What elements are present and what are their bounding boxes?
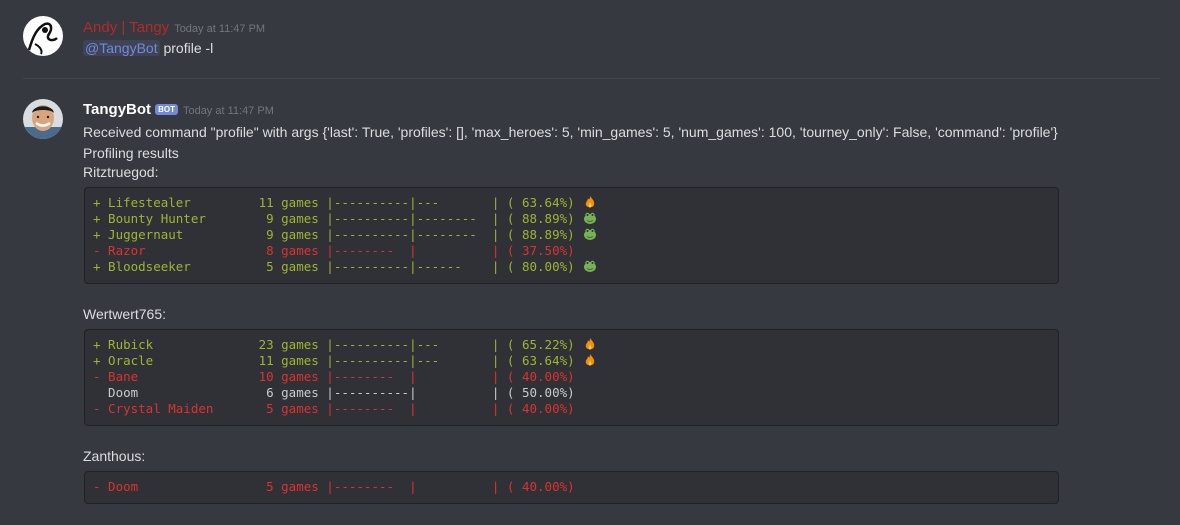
hero-row-text: + Bounty Hunter 9 games |----------|----… [93,211,575,226]
hero-row-text: + Juggernaut 9 games |----------|-------… [93,227,575,242]
hero-row-text: - Bane 10 games |-------- | | ( 40.00%) [93,369,575,384]
hero-row: + Rubick 23 games |----------|--- | ( 65… [93,337,1058,353]
hero-row-text: - Crystal Maiden 5 games |-------- | | (… [93,401,575,416]
hero-row-text: + Oracle 11 games |----------|--- | ( 63… [93,353,575,368]
hero-row: - Bane 10 games |-------- | | ( 40.00%) [93,369,1058,385]
profile-name: Ritztruegod: [83,164,159,180]
timestamp: Today at 11:47 PM [174,23,266,35]
hero-row-text: - Razor 8 games |-------- | | ( 37.50%) [93,243,575,258]
code-block: - Doom 5 games |-------- | | ( 40.00%) [84,471,1059,504]
hero-row: - Razor 8 games |-------- | | ( 37.50%) [93,243,1058,259]
bot-badge: BOT [155,104,178,115]
hero-row-text: + Lifestealer 11 games |----------|--- |… [93,195,575,210]
frog-icon [584,260,597,272]
username[interactable]: Andy | Tangy [83,19,169,36]
profile-name: Zanthous: [83,448,146,464]
hero-row-text: Doom 6 games |----------| | ( 50.00%) [93,385,575,400]
hero-row: + Bounty Hunter 9 games |----------|----… [93,211,1058,227]
message-divider [23,78,1160,79]
message-text: profile -l [159,40,214,56]
hero-row: + Lifestealer 11 games |----------|--- |… [93,195,1058,211]
hero-row-text: + Rubick 23 games |----------|--- | ( 65… [93,337,575,352]
bot-username[interactable]: TangyBot [83,101,151,118]
code-block: + Rubick 23 games |----------|--- | ( 65… [84,329,1059,426]
fire-icon [585,196,595,208]
message-content: @TangyBot profile -l [83,40,213,56]
hero-row: - Crystal Maiden 5 games |-------- | | (… [93,401,1058,417]
hero-row: + Bloodseeker 5 games |----------|------… [93,259,1058,275]
hero-row: Doom 6 games |----------| | ( 50.00%) [93,385,1058,401]
bot-avatar[interactable] [23,99,63,139]
code-block: + Lifestealer 11 games |----------|--- |… [84,187,1059,284]
fire-icon [585,338,595,350]
command-echo: Received command "profile" with args {'l… [83,124,1058,140]
fire-icon [585,354,595,366]
timestamp: Today at 11:47 PM [182,105,274,117]
hero-row-text: + Bloodseeker 5 games |----------|------… [93,259,575,274]
user-avatar[interactable] [23,16,63,56]
hero-row: + Oracle 11 games |----------|--- | ( 63… [93,353,1058,369]
frog-icon [584,228,597,240]
profile-name: Wertwert765: [83,306,166,322]
mention-link[interactable]: @TangyBot [83,40,160,56]
profiling-title: Profiling results [83,145,179,161]
hero-row: - Doom 5 games |-------- | | ( 40.00%) [93,479,1058,495]
hero-row-text: - Doom 5 games |-------- | | ( 40.00%) [93,479,575,494]
frog-icon [584,212,597,224]
hero-row: + Juggernaut 9 games |----------|-------… [93,227,1058,243]
